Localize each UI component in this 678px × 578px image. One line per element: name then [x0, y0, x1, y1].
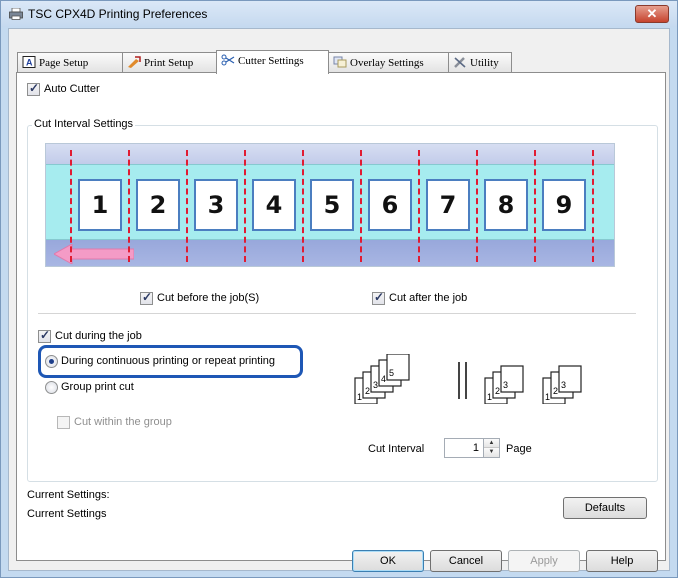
page-setup-icon: A [22, 56, 36, 68]
feed-direction-arrow-icon [54, 244, 134, 264]
group-print-cut-label: Group print cut [61, 381, 134, 393]
ok-button[interactable]: OK [352, 550, 424, 572]
cancel-button[interactable]: Cancel [430, 550, 502, 572]
separator-bar [465, 362, 467, 399]
print-setup-icon [128, 56, 141, 68]
apply-button[interactable]: Apply [508, 550, 580, 572]
tab-utility[interactable]: Utility [448, 52, 512, 72]
label-card: 7 [426, 179, 470, 231]
stack-right-pages-b: 123 [542, 365, 582, 404]
scissors-icon [221, 54, 235, 66]
auto-cutter-label: Auto Cutter [44, 83, 100, 95]
continuous-stack-diagram: 12345 [354, 354, 410, 404]
cut-line [360, 150, 362, 262]
page-number: 2 [365, 386, 370, 396]
stack-right-pages-a: 123 [484, 365, 524, 404]
tab-print-setup[interactable]: Print Setup [122, 52, 217, 72]
page-number: 1 [545, 392, 550, 402]
overlay-icon [333, 56, 347, 68]
printer-icon [9, 8, 23, 20]
cut-after-job-checkbox[interactable] [372, 290, 385, 305]
page-number: 1 [357, 392, 362, 402]
cut-interval-settings-group: Cut Interval Settings 123456789 Cut befo… [27, 118, 658, 482]
tools-icon [454, 57, 466, 68]
cut-illustration: 123456789 [45, 143, 615, 267]
cut-line [302, 150, 304, 262]
label-card: 9 [542, 179, 586, 231]
cutter-settings-panel: Auto Cutter Cut Interval Settings 123456… [16, 72, 666, 561]
cut-interval-spinner[interactable]: 1 ▲ ▼ [444, 438, 500, 458]
current-settings-label: Current Settings: [27, 489, 110, 501]
page-number: 5 [389, 368, 394, 378]
current-settings-value: Current Settings [27, 508, 107, 520]
cut-line [128, 150, 130, 262]
continuous-printing-radio[interactable] [45, 355, 58, 368]
cut-before-job-checkbox[interactable] [140, 290, 153, 305]
label-card: 6 [368, 179, 412, 231]
label-card: 2 [136, 179, 180, 231]
spinner-buttons: ▲ ▼ [483, 439, 499, 457]
window-title: TSC CPX4D Printing Preferences [28, 7, 208, 21]
tab-page-setup-label: Page Setup [39, 57, 89, 69]
page-unit-label: Page [506, 443, 532, 455]
label-card: 1 [78, 179, 122, 231]
dialog-client: A Page Setup Print Setup Cutter Settings … [8, 28, 670, 572]
close-icon: ✕ [646, 6, 658, 21]
cut-interval-value: 1 [472, 442, 479, 454]
defaults-button[interactable]: Defaults [563, 497, 647, 519]
cut-line [476, 150, 478, 262]
label-card: 3 [194, 179, 238, 231]
cut-within-group-checkbox[interactable] [57, 416, 70, 429]
spin-down-button[interactable]: ▼ [484, 448, 499, 457]
page-number: 4 [381, 374, 386, 384]
separator [38, 313, 636, 314]
group-stack-diagram: 123 123 [484, 365, 582, 404]
cut-line [534, 150, 536, 262]
stack-left-pages: 12345 [354, 354, 410, 404]
cut-before-job-label: Cut before the job(S) [157, 292, 260, 304]
tab-cutter-settings-label: Cutter Settings [238, 55, 304, 67]
cut-line [70, 150, 72, 262]
page-number: 3 [503, 380, 508, 390]
label-card: 8 [484, 179, 528, 231]
cut-line [592, 150, 594, 262]
page-number: 2 [495, 386, 500, 396]
cut-within-group-label: Cut within the group [74, 416, 172, 428]
auto-cutter-checkbox[interactable] [27, 81, 40, 96]
group-print-cut-radio[interactable] [45, 381, 58, 394]
page-number: 3 [373, 380, 378, 390]
spin-up-button[interactable]: ▲ [484, 439, 499, 448]
page-number: 1 [487, 392, 492, 402]
tab-utility-label: Utility [470, 57, 499, 69]
label-card: 4 [252, 179, 296, 231]
cut-interval-settings-title: Cut Interval Settings [32, 118, 136, 130]
printing-preferences-window: TSC CPX4D Printing Preferences ✕ A Page S… [0, 0, 678, 578]
cut-after-job-label: Cut after the job [389, 292, 468, 304]
page-number: 3 [561, 380, 566, 390]
cut-line [418, 150, 420, 262]
tab-page-setup[interactable]: A Page Setup [17, 52, 123, 72]
tab-overlay-settings-label: Overlay Settings [350, 57, 424, 69]
cut-during-job-checkbox[interactable] [38, 328, 51, 343]
continuous-printing-label: During continuous printing or repeat pri… [61, 355, 276, 367]
tab-overlay-settings[interactable]: Overlay Settings [328, 52, 449, 72]
help-button[interactable]: Help [586, 550, 658, 572]
label-card: 5 [310, 179, 354, 231]
title-bar[interactable]: TSC CPX4D Printing Preferences ✕ [1, 1, 677, 27]
cut-during-job-label: Cut during the job [55, 330, 142, 342]
svg-text:A: A [26, 58, 33, 68]
page-number: 2 [553, 386, 558, 396]
cut-interval-label: Cut Interval [368, 443, 425, 455]
tab-cutter-settings[interactable]: Cutter Settings [216, 50, 329, 74]
separator-bar [458, 362, 460, 399]
close-button[interactable]: ✕ [635, 5, 669, 23]
cut-line [186, 150, 188, 262]
cut-line [244, 150, 246, 262]
tab-print-setup-label: Print Setup [144, 57, 194, 69]
